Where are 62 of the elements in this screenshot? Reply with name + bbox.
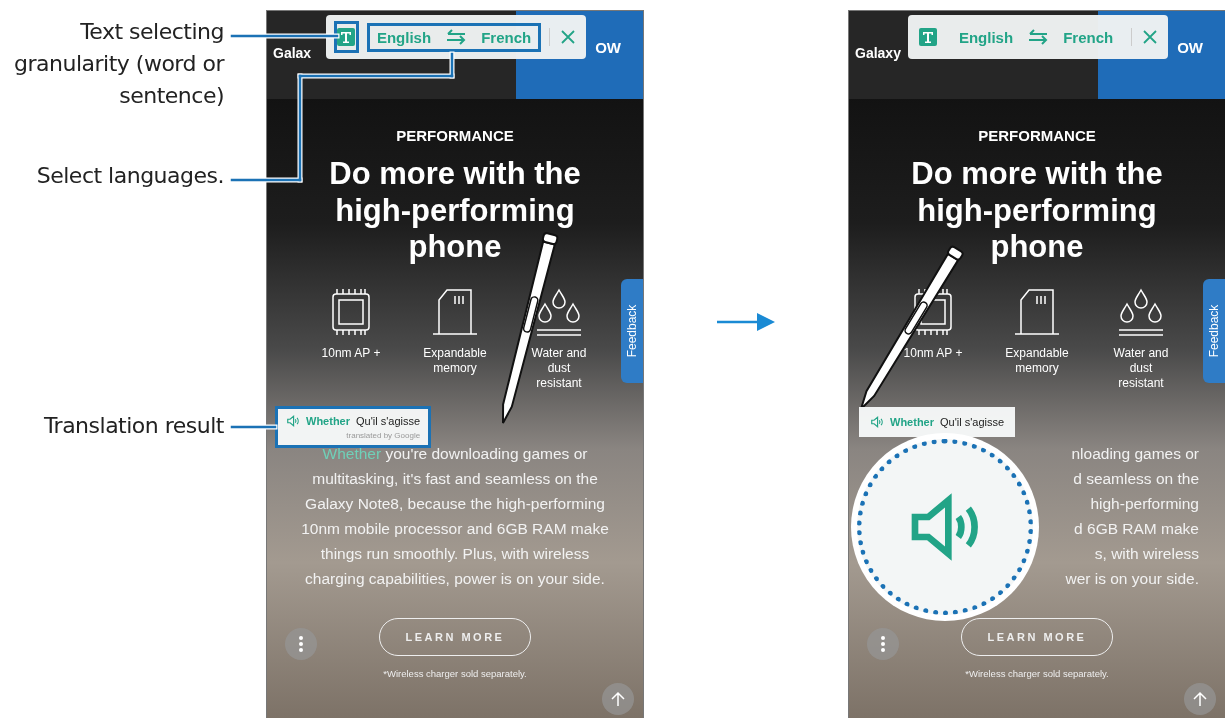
headline-line: phone [407,229,503,266]
feature-label: Water and dust resistant [1112,345,1170,391]
body-text-line: d 6GB RAM make [1074,518,1199,539]
footnote: *Wireless charger sold separately. [965,667,1109,679]
speaker-icon [870,415,884,429]
translation-credit: translated by Google [346,431,421,440]
vertical-dots-icon [881,636,885,652]
body-text-line: things run smoothly. Plus, with wireless [320,543,590,564]
translated-word: Qu'il s'agisse [356,415,421,427]
headline-line: high-performing [334,192,576,229]
target-language-button[interactable]: French [1059,26,1118,48]
up-arrow-icon [611,691,625,707]
body-text-line: Galaxy Note8, because the high-performing [305,493,605,514]
source-word: Whether [306,415,350,427]
body-text-line: high-performing [1090,493,1199,514]
swap-arrows-icon [445,29,468,45]
speaker-icon [286,414,300,428]
translated-word: Qu'il s'agisse [940,416,1005,428]
close-icon [1142,29,1158,45]
body-text-line: 10nm mobile processor and 6GB RAM make [301,518,609,539]
callout-label: Translation result [42,412,224,440]
headline-line: high-performing [916,192,1158,229]
source-word: Whether [890,416,934,428]
vertical-dots-icon [299,636,303,652]
text-mode-icon [337,28,356,46]
body-text-line: d seamless on the [1073,468,1199,489]
body-text-line: charging capabilities, power is on your side. [305,568,605,589]
scroll-up-button[interactable] [602,683,634,715]
feature-label: Expandable memory [1004,345,1070,376]
feature-label: Water and dust resistant [530,345,588,391]
section-label: PERFORMANCE [978,127,1096,144]
site-title: Galax [273,45,312,61]
swap-arrows-icon [1027,29,1050,45]
feedback-tab[interactable]: Feedback [1203,279,1225,383]
body-text-line: wer is on your side. [1065,568,1199,589]
scroll-up-button[interactable] [1184,683,1216,715]
more-options-button[interactable] [285,628,317,660]
text-mode-icon [919,28,938,46]
callout-label: Text selecting granularity (word or sentence) [13,18,224,110]
callout-label: Select languages. [35,162,224,190]
close-icon [560,29,576,45]
up-arrow-icon [1193,691,1207,707]
right-arrow-icon [717,312,775,332]
target-language-button[interactable]: French [477,26,536,48]
headline-line: phone [989,229,1085,266]
feedback-tab[interactable]: Feedback [621,279,643,383]
source-language-button[interactable]: English [372,26,436,48]
feature-label: 10nm AP + [320,345,382,361]
footnote: *Wireless charger sold separately. [383,667,527,679]
text-granularity-button[interactable] [334,21,359,53]
body-text-line: multitasking, it's fast and seamless on the [312,468,598,489]
body-text-line: s, with wireless [1094,543,1199,564]
feature-label: 10nm AP + [902,345,964,361]
body-text-line: nloading games or [1071,443,1199,464]
source-language-button[interactable]: English [954,26,1018,48]
body-text-line: Whether you're downloading games or [322,443,588,464]
site-title: Galaxy [855,45,901,61]
section-label: PERFORMANCE [396,127,514,144]
feature-label: Expandable memory [422,345,488,376]
headline-line: Do more with the [329,156,581,193]
more-options-button[interactable] [867,628,899,660]
headline-line: Do more with the [911,156,1163,193]
